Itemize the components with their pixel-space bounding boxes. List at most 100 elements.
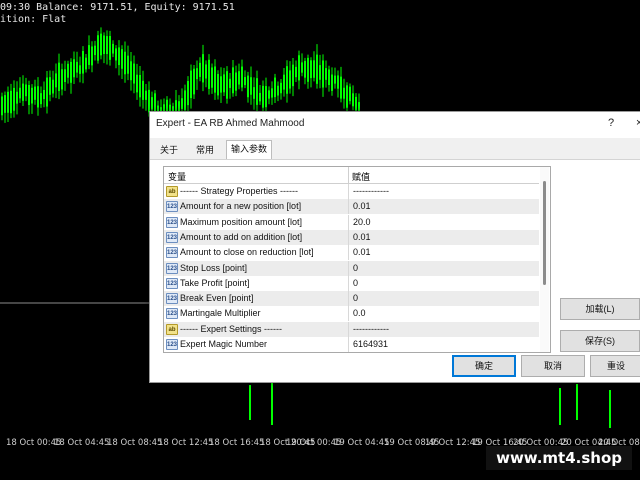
scrollbar-thumb[interactable]	[543, 181, 546, 285]
dialog-titlebar[interactable]: Expert - EA RB Ahmed Mahmood ? ×	[150, 112, 640, 138]
candle-body	[277, 85, 279, 96]
candle-body	[37, 86, 39, 108]
candle-body	[322, 60, 324, 88]
candle-body	[244, 77, 246, 86]
candle-body	[226, 71, 228, 99]
candle-body	[343, 87, 345, 99]
candle-body	[220, 76, 222, 93]
time-axis-label: 18 Oct 12:45	[158, 438, 214, 448]
candle-body	[10, 90, 12, 114]
candle-body	[4, 95, 6, 113]
candle-body	[259, 92, 261, 102]
candle-body	[301, 62, 303, 73]
numeric-type-icon: 123	[166, 216, 178, 228]
numeric-type-icon: 123	[166, 247, 178, 259]
candle-body	[22, 83, 24, 101]
variable-value[interactable]: 0.0	[353, 308, 366, 318]
candle-body	[151, 97, 153, 110]
table-row[interactable]: 123 Expert Magic Number 6164931	[164, 337, 539, 352]
candle-body	[319, 65, 321, 80]
column-header-variable[interactable]: 变量	[168, 170, 186, 183]
table-row[interactable]: 123 Break Even [point] 0	[164, 291, 539, 307]
candle-body	[52, 79, 54, 94]
variable-value[interactable]: 0.01	[353, 247, 371, 257]
candle-body	[40, 93, 42, 105]
candle-body	[142, 80, 144, 100]
candle-body	[283, 74, 285, 90]
candle-body	[16, 91, 18, 104]
variable-name: Take Profit [point]	[180, 277, 250, 288]
candle-body	[85, 57, 87, 70]
save-button[interactable]: 保存(S)	[560, 330, 640, 352]
variable-name: Amount to close on reduction [lot]	[180, 247, 314, 258]
candle-body	[211, 67, 213, 88]
candle-body	[73, 59, 75, 78]
candle-body	[304, 60, 306, 78]
dialog-title: Expert - EA RB Ahmed Mahmood	[156, 118, 305, 129]
table-row[interactable]: 123 Maximum position amount [lot] 20.0	[164, 214, 539, 230]
variable-value[interactable]: ------------	[353, 186, 389, 196]
column-header-value[interactable]: 赋值	[352, 170, 370, 183]
candle-body	[355, 96, 357, 111]
variable-name: Stop Loss [point]	[180, 262, 248, 273]
ok-button[interactable]: 确定	[452, 355, 516, 377]
candle-body	[307, 57, 309, 82]
load-button[interactable]: 加载(L)	[560, 298, 640, 320]
tab-about[interactable]: 关于	[156, 142, 182, 158]
numeric-type-icon: 123	[166, 339, 178, 350]
candle-body	[358, 102, 360, 111]
table-row[interactable]: 123 Amount to add on addition [lot] 0.01	[164, 229, 539, 245]
table-row[interactable]: 123 Martingale Multiplier 0.0	[164, 306, 539, 322]
table-row[interactable]: 123 Stop Loss [point] 0	[164, 260, 539, 276]
table-row[interactable]: 123 Take Profit [point] 0	[164, 275, 539, 291]
numeric-type-icon: 123	[166, 293, 178, 305]
candle-body	[310, 60, 312, 79]
variable-value[interactable]: 0	[353, 293, 358, 303]
table-scrollbar[interactable]	[540, 167, 549, 352]
variable-value[interactable]: 0	[353, 278, 358, 288]
candle-body	[61, 69, 63, 90]
numeric-type-icon: 123	[166, 201, 178, 213]
candle-body	[202, 54, 204, 83]
candle-body	[313, 60, 315, 78]
string-type-icon: ab	[166, 323, 178, 335]
help-icon[interactable]: ?	[608, 117, 614, 129]
variable-value[interactable]: 6164931	[353, 339, 388, 349]
time-axis-label: 18 Oct 16:45	[209, 438, 265, 448]
table-row[interactable]: 123 Amount to close on reduction [lot] 0.0…	[164, 245, 539, 261]
variable-value[interactable]: 0.01	[353, 232, 371, 242]
table-row[interactable]: ab ------ Expert Settings ------ ---------…	[164, 321, 539, 337]
variable-name: Amount for a new position [lot]	[180, 201, 302, 212]
table-row[interactable]: ab ------ Strategy Properties ------ -----…	[164, 184, 539, 199]
candle-body	[298, 55, 300, 81]
candle-body	[97, 35, 99, 61]
numeric-type-icon: 123	[166, 308, 178, 320]
variable-value[interactable]: 20.0	[353, 217, 371, 227]
variable-value[interactable]: ------------	[353, 324, 389, 334]
numeric-type-icon: 123	[166, 231, 178, 243]
candle-body	[238, 71, 240, 85]
reset-button[interactable]: 重设	[590, 355, 640, 377]
candle-body	[55, 73, 57, 88]
table-row[interactable]: 123 Amount for a new position [lot] 0.01	[164, 199, 539, 215]
close-icon[interactable]: ×	[636, 117, 640, 129]
variable-value[interactable]: 0	[353, 263, 358, 273]
tab-common[interactable]: 常用	[192, 142, 218, 158]
candle-body	[181, 98, 183, 110]
candle-body	[64, 69, 66, 83]
candle-body	[349, 86, 351, 102]
tab-inputs[interactable]: 输入参数	[226, 140, 273, 160]
watermark: www.mt4.shop	[486, 446, 632, 470]
candle-body	[46, 77, 48, 107]
numeric-type-icon: 123	[166, 277, 178, 289]
candle-body	[49, 77, 51, 95]
candle-body	[262, 85, 264, 108]
candle-body	[328, 69, 330, 86]
cancel-button[interactable]: 取消	[521, 355, 585, 377]
variable-name: Amount to add on addition [lot]	[180, 231, 303, 242]
variable-name: ------ Expert Settings ------	[180, 323, 282, 334]
candle-body	[67, 63, 69, 78]
candle-body	[337, 75, 339, 89]
time-axis-label: 18 Oct 04:45	[54, 438, 110, 448]
variable-value[interactable]: 0.01	[353, 201, 371, 211]
